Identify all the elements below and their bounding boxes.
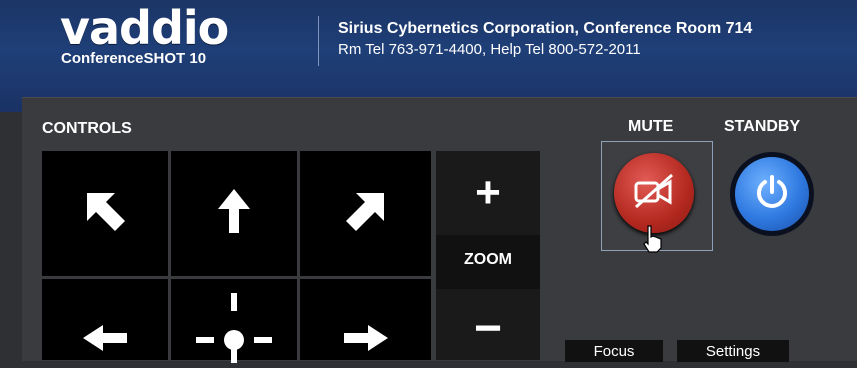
pan-up-right-button[interactable] — [300, 151, 431, 276]
settings-button[interactable]: Settings — [677, 340, 789, 362]
standby-button-ring — [730, 152, 814, 236]
standby-button[interactable] — [735, 157, 809, 231]
tilt-up-button[interactable] — [171, 151, 297, 276]
hand-cursor-icon — [641, 224, 665, 259]
zoom-label: ZOOM — [464, 251, 512, 268]
zoom-in-button[interactable]: + — [436, 151, 540, 235]
home-crosshair-icon — [194, 293, 274, 368]
pan-left-button[interactable] — [42, 279, 168, 360]
mute-button[interactable] — [614, 153, 694, 233]
controls-title: CONTROLS — [42, 120, 132, 137]
pan-up-left-button[interactable] — [42, 151, 168, 276]
power-icon — [752, 172, 792, 217]
header-divider — [318, 16, 319, 66]
phone-numbers: Rm Tel 763-971-4400, Help Tel 800-572-20… — [338, 41, 641, 58]
vaddio-logo: vaddio — [60, 1, 229, 55]
header: vaddio ConferenceSHOT 10 Sirius Cybernet… — [0, 0, 857, 112]
arrow-left-icon — [75, 323, 135, 358]
room-name: Sirius Cybernetics Corporation, Conferen… — [338, 20, 753, 37]
video-muted-icon — [630, 171, 678, 216]
arrow-up-icon — [204, 181, 264, 246]
zoom-control: + ZOOM − — [436, 151, 540, 360]
pan-right-button[interactable] — [300, 279, 431, 360]
arrow-up-left-icon — [75, 181, 135, 246]
arrow-right-icon — [336, 323, 396, 358]
standby-label: STANDBY — [724, 118, 801, 135]
plus-icon: + — [475, 168, 501, 217]
focus-button[interactable]: Focus — [565, 340, 663, 362]
mute-label: MUTE — [628, 118, 674, 135]
zoom-out-button[interactable]: − — [436, 289, 540, 360]
home-button[interactable] — [171, 279, 297, 363]
model-name: ConferenceSHOT 10 — [61, 50, 207, 67]
arrow-up-right-icon — [336, 181, 396, 246]
minus-icon: − — [473, 302, 503, 355]
